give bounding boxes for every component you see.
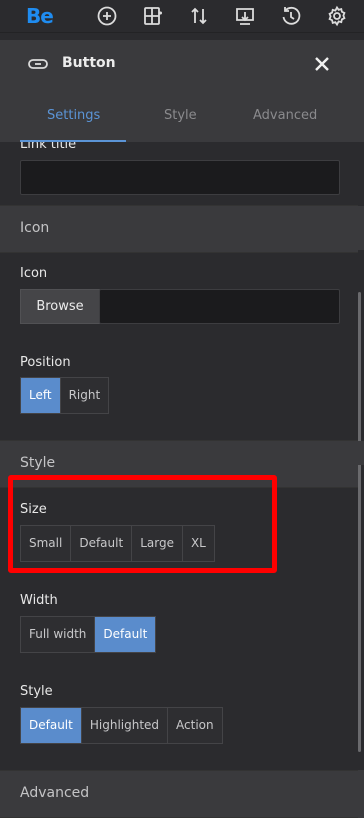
scrollbar-thumb[interactable] [358,292,361,752]
style-label: Style [20,684,53,699]
link-title-label: Link title [20,142,77,152]
style-highlighted-option[interactable]: Highlighted [82,708,169,743]
edge-divider [358,441,364,465]
position-right-option[interactable]: Right [61,378,109,413]
style-action-option[interactable]: Action [168,708,222,743]
style-section-title: Style [20,455,56,471]
icon-section-header[interactable]: Icon [0,205,358,253]
link-icon [27,56,49,72]
icon-section-title: Icon [20,220,50,236]
position-label: Position [20,355,71,370]
sort-arrows-icon[interactable] [188,5,210,27]
top-toolbar: Be [0,0,364,33]
panel-title: Button [62,55,116,71]
close-icon[interactable] [313,55,331,73]
panel-header: Button [0,40,364,90]
advanced-section-header[interactable]: Advanced [0,770,358,818]
add-circle-icon[interactable] [96,5,118,27]
style-segmented-control: Default Highlighted Action [20,707,223,744]
browse-button[interactable]: Browse [20,289,100,324]
link-title-input[interactable] [20,160,340,195]
size-highlight-box [8,475,277,573]
position-left-option[interactable]: Left [21,378,61,413]
download-tray-icon[interactable] [234,5,256,27]
position-segmented-control: Left Right [20,377,110,414]
layout-add-icon[interactable] [142,5,164,27]
width-full-option[interactable]: Full width [21,617,96,652]
width-segmented-control: Full width Default [20,616,157,653]
width-label: Width [20,593,58,608]
gear-icon[interactable] [326,5,348,27]
tab-advanced[interactable]: Advanced [253,108,317,123]
icon-path-input[interactable] [99,289,340,324]
tab-settings[interactable]: Settings [47,108,100,123]
style-default-option[interactable]: Default [21,708,82,743]
tab-bar: Settings Style Advanced [0,90,364,143]
advanced-section-title: Advanced [20,785,90,801]
history-icon[interactable] [280,5,302,27]
icon-label: Icon [20,266,48,281]
app-logo[interactable]: Be [26,4,54,28]
edge-divider [358,206,364,250]
settings-content: Link title Icon Icon Browse Position Lef… [0,142,358,818]
edge-divider [358,770,364,818]
width-default-option[interactable]: Default [95,617,156,652]
tab-style[interactable]: Style [164,108,197,123]
